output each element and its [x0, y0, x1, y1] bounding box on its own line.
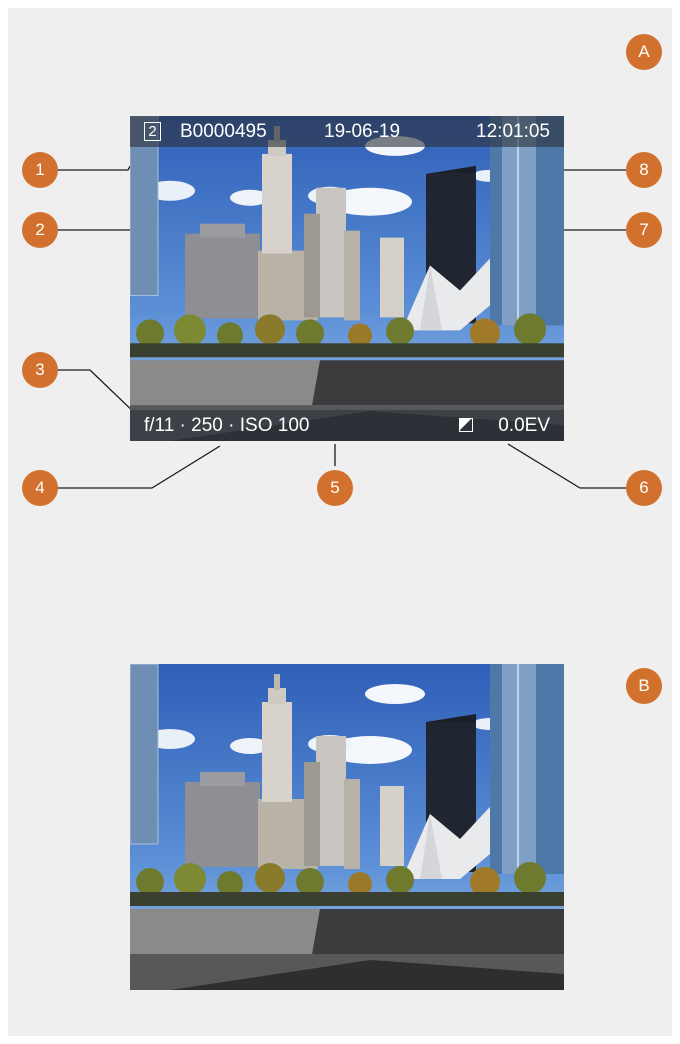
- callout-5: 5: [317, 470, 353, 506]
- callout-8: 8: [626, 152, 662, 188]
- bottom-info-bar: f/11 · 250 · ISO 100 0.0EV: [130, 410, 564, 441]
- capture-time: 12:01:05: [476, 121, 550, 142]
- city-photo: [130, 116, 564, 441]
- playback-screen-with-info: 2 B0000495 19-06-19 12:01:05 f/11 · 250 …: [130, 116, 564, 441]
- exposure-settings: f/11 · 250 · ISO 100: [144, 415, 310, 436]
- figure-label-b: B: [626, 668, 662, 704]
- file-name: B0000495: [180, 121, 267, 142]
- exposure-compensation-icon: [459, 418, 473, 432]
- callout-6: 6: [626, 470, 662, 506]
- card-slot-indicator: 2: [144, 122, 161, 141]
- callout-3: 3: [22, 352, 58, 388]
- capture-date: 19-06-19: [324, 121, 401, 142]
- callout-7: 7: [626, 212, 662, 248]
- top-info-bar: 2 B0000495 19-06-19 12:01:05: [130, 116, 564, 147]
- exposure-compensation-value: 0.0EV: [498, 415, 550, 436]
- callout-4: 4: [22, 470, 58, 506]
- figure-label-a: A: [626, 34, 662, 70]
- playback-screen-clean: [130, 664, 564, 990]
- callout-2: 2: [22, 212, 58, 248]
- callout-1: 1: [22, 152, 58, 188]
- city-photo: [130, 664, 564, 990]
